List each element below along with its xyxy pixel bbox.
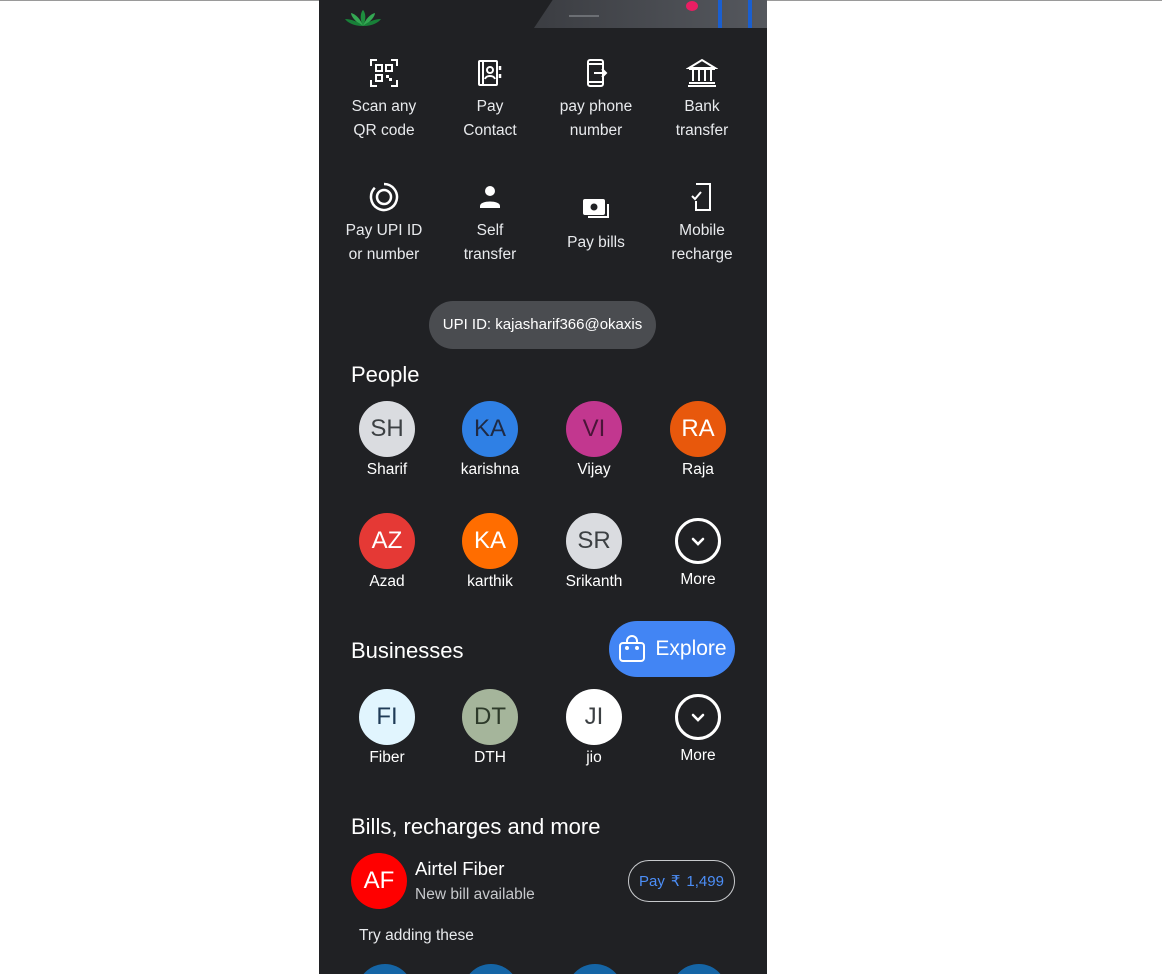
business-name: DTH: [474, 749, 506, 766]
avatar: AF: [351, 853, 407, 909]
contact-item[interactable]: SH Sharif: [335, 401, 439, 481]
pay-bill-button[interactable]: Pay ₹ 1,499: [628, 860, 735, 902]
contact-item[interactable]: RA Raja: [646, 401, 750, 481]
avatar: DT: [462, 689, 518, 745]
action-label: Bank transfer: [675, 98, 729, 139]
more-label: More: [680, 571, 716, 588]
qr-scan-icon: [370, 59, 398, 87]
avatar: SR: [566, 513, 622, 569]
avatar: SH: [359, 401, 415, 457]
business-name: Fiber: [369, 749, 405, 766]
action-pay-contact[interactable]: Pay Contact: [437, 57, 543, 143]
action-pay-bills[interactable]: Pay bills: [543, 193, 649, 255]
avatar: KA: [462, 401, 518, 457]
contact-item[interactable]: VI Vijay: [542, 401, 646, 481]
action-label: Pay Contact: [463, 98, 517, 139]
header-illustration: [534, 0, 767, 28]
phone-transfer-icon: [587, 59, 608, 87]
action-label: Self transfer: [463, 222, 517, 263]
mobile-recharge-icon: [691, 183, 711, 211]
avatar: KA: [462, 513, 518, 569]
business-item[interactable]: JI jio: [542, 689, 646, 769]
more-circle: [675, 694, 721, 740]
contact-name: karthik: [467, 573, 513, 590]
action-label: Scan any QR code: [351, 98, 417, 139]
avatar: JI: [566, 689, 622, 745]
action-label: Pay UPI ID or number: [345, 222, 423, 263]
action-pay-phone[interactable]: pay phone number: [543, 57, 649, 143]
business-name: jio: [586, 749, 602, 766]
action-label: Mobile recharge: [671, 222, 733, 263]
contact-book-icon: [478, 60, 502, 86]
people-more-button[interactable]: More: [646, 513, 750, 591]
action-self-transfer[interactable]: Self transfer: [437, 181, 543, 267]
business-item[interactable]: FI Fiber: [335, 689, 439, 769]
app-screen: Scan any QR code Pay Contact pay phone n…: [319, 0, 767, 974]
contact-item[interactable]: SR Srikanth: [542, 513, 646, 593]
rupee-icon: ₹: [670, 873, 681, 890]
avatar: VI: [566, 401, 622, 457]
contact-name: karishna: [460, 461, 520, 478]
upi-id-pill[interactable]: UPI ID: kajasharif366@okaxis: [429, 301, 656, 349]
lotus-logo-icon: [345, 10, 381, 26]
try-adding-label: Try adding these: [359, 927, 474, 944]
more-circle: [675, 518, 721, 564]
more-label: More: [680, 747, 716, 764]
header-decoration: [718, 0, 722, 28]
header-banner: [319, 0, 767, 28]
bill-item[interactable]: AF Airtel Fiber New bill available Pay ₹…: [351, 853, 735, 911]
contact-item[interactable]: KA karthik: [438, 513, 542, 593]
bills-section-title: Bills, recharges and more: [351, 814, 601, 839]
contact-name: Vijay: [577, 461, 611, 478]
bills-icon: [583, 199, 609, 218]
shopping-bag-icon: [619, 635, 646, 662]
action-label: pay phone number: [559, 98, 633, 139]
avatar: RA: [670, 401, 726, 457]
suggestion-item[interactable]: [463, 964, 519, 974]
chevron-down-icon: [691, 537, 705, 546]
contact-name: Sharif: [366, 461, 408, 478]
chevron-down-icon: [691, 713, 705, 722]
header-decoration: [569, 15, 599, 17]
bank-icon: [686, 58, 718, 87]
avatar: FI: [359, 689, 415, 745]
people-section-title: People: [351, 362, 420, 387]
contact-name: Raja: [682, 461, 714, 478]
suggestion-item[interactable]: [567, 964, 623, 974]
header-decoration: [686, 1, 698, 11]
bill-amount: 1,499: [686, 872, 724, 890]
business-item[interactable]: DT DTH: [438, 689, 542, 769]
contact-item[interactable]: KA karishna: [438, 401, 542, 481]
businesses-section-title: Businesses: [351, 638, 464, 663]
contact-name: Srikanth: [565, 573, 623, 590]
action-pay-upi[interactable]: Pay UPI ID or number: [331, 181, 437, 267]
contact-item[interactable]: AZ Azad: [335, 513, 439, 593]
suggestion-item[interactable]: [671, 964, 727, 974]
explore-label: Explore: [655, 637, 727, 660]
avatar: AZ: [359, 513, 415, 569]
action-bank-transfer[interactable]: Bank transfer: [649, 57, 755, 143]
pay-label: Pay: [639, 872, 665, 890]
bill-name: Airtel Fiber: [415, 858, 505, 879]
explore-button[interactable]: Explore: [609, 621, 735, 677]
businesses-more-button[interactable]: More: [646, 689, 750, 767]
bill-status: New bill available: [415, 886, 535, 903]
suggestion-item[interactable]: [357, 964, 413, 974]
upi-target-icon: [369, 182, 399, 212]
action-label: Pay bills: [567, 234, 625, 251]
header-decoration: [748, 0, 752, 28]
contact-name: Azad: [369, 573, 405, 590]
person-icon: [480, 186, 500, 208]
action-mobile-recharge[interactable]: Mobile recharge: [649, 181, 755, 267]
action-scan-qr[interactable]: Scan any QR code: [331, 57, 437, 143]
